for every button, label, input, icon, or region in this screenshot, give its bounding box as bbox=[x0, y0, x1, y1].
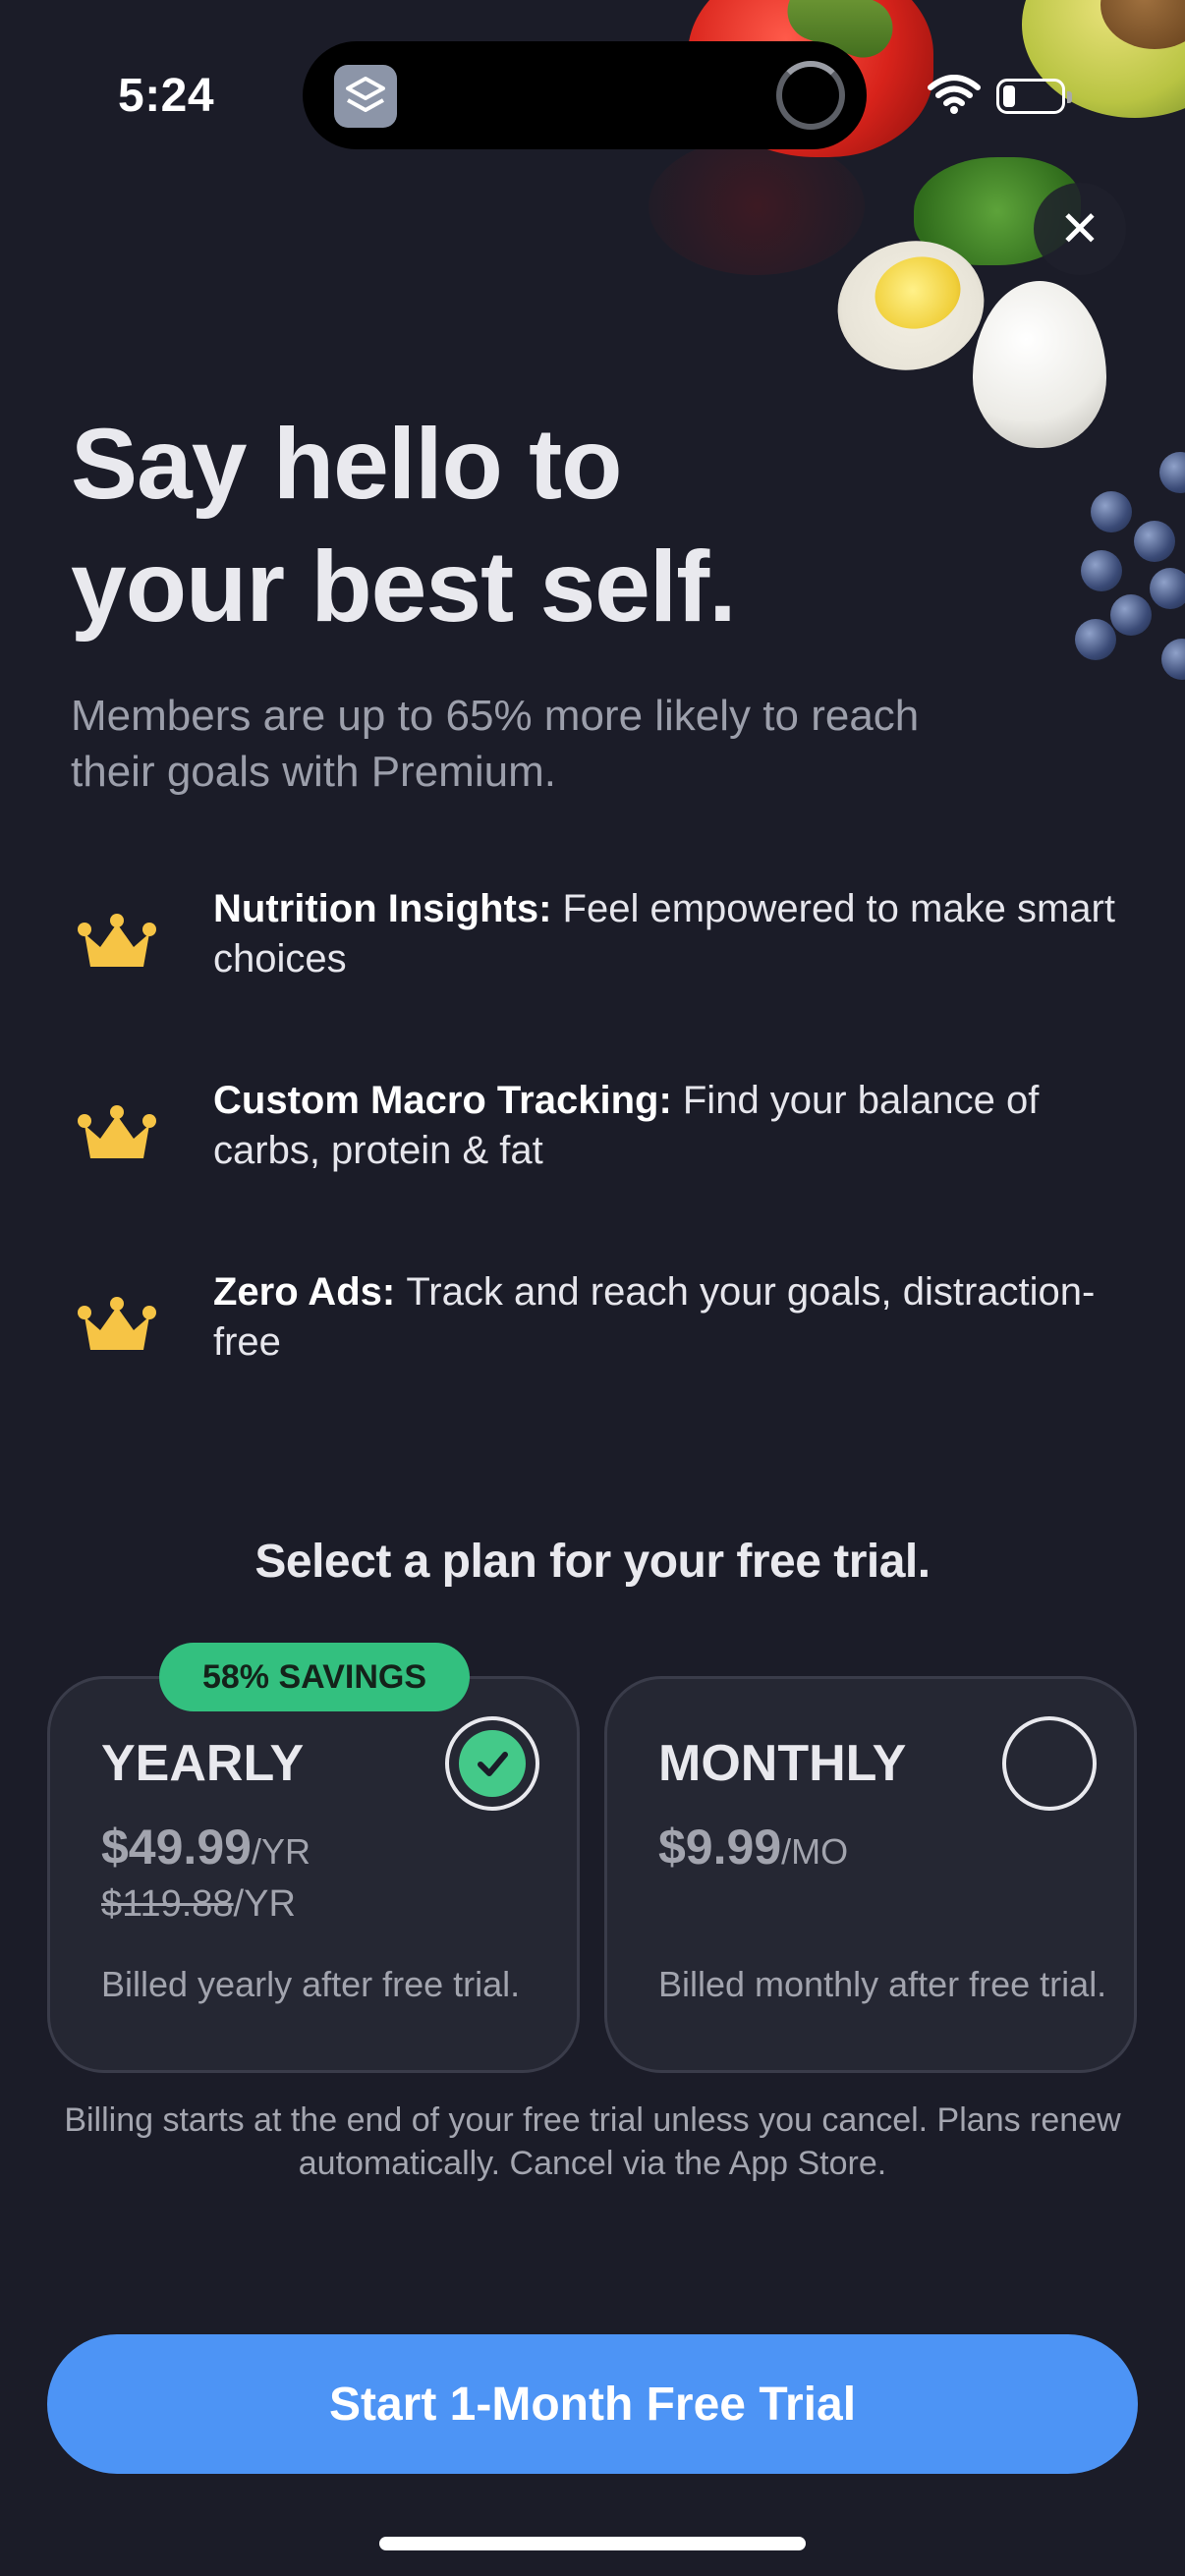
feature-title: Zero Ads: bbox=[213, 1270, 407, 1314]
page-title: Say hello to your best self. bbox=[71, 403, 955, 648]
headline-line-2: your best self. bbox=[71, 531, 737, 643]
original-price: $119.88/YR bbox=[101, 1883, 296, 1926]
billing-note: Billed monthly after free trial. bbox=[658, 1964, 1107, 2004]
monthly-plan-card[interactable]: MONTHLY $9.99/MO Billed monthly after fr… bbox=[604, 1676, 1137, 2073]
feature-item-zero-ads: Zero Ads: Track and reach your goals, di… bbox=[71, 1267, 1112, 1459]
crown-icon bbox=[78, 1297, 156, 1350]
plan-name: YEARLY bbox=[101, 1735, 305, 1792]
feature-title: Nutrition Insights: bbox=[213, 887, 563, 930]
blueberries-image bbox=[1075, 452, 1185, 707]
feature-list: Nutrition Insights: Feel empowered to ma… bbox=[71, 884, 1115, 1459]
battery-icon bbox=[996, 79, 1072, 114]
close-button[interactable]: ✕ bbox=[1034, 183, 1126, 275]
plan-name: MONTHLY bbox=[658, 1735, 907, 1792]
feature-item-custom-macro-tracking: Custom Macro Tracking: Find your balance… bbox=[71, 1076, 1112, 1267]
monthly-plan-radio[interactable] bbox=[1002, 1716, 1097, 1811]
feature-title: Custom Macro Tracking: bbox=[213, 1079, 683, 1122]
loading-spinner-icon bbox=[776, 61, 845, 130]
plan-price: $9.99/MO bbox=[658, 1819, 848, 1876]
original-price-amount: $119.88 bbox=[101, 1883, 234, 1925]
billing-note: Billed yearly after free trial. bbox=[101, 1964, 521, 2004]
home-indicator[interactable] bbox=[379, 2537, 806, 2550]
yearly-plan-radio[interactable] bbox=[445, 1716, 539, 1811]
shortcuts-app-icon bbox=[334, 65, 397, 128]
crown-icon bbox=[78, 1105, 156, 1158]
subheadline: Members are up to 65% more likely to rea… bbox=[71, 692, 920, 796]
dynamic-island bbox=[303, 41, 867, 149]
savings-badge: 58% SAVINGS bbox=[159, 1643, 470, 1711]
original-price-unit: /YR bbox=[233, 1883, 296, 1925]
boiled-egg-image bbox=[973, 281, 1106, 448]
close-icon: ✕ bbox=[1059, 201, 1100, 256]
food-shadow-decoration bbox=[649, 138, 865, 275]
crown-icon bbox=[78, 914, 156, 967]
wifi-icon bbox=[928, 75, 981, 114]
status-bar-time: 5:24 bbox=[118, 70, 215, 122]
plan-section-title: Select a plan for your free trial. bbox=[254, 1536, 931, 1588]
headline-line-1: Say hello to bbox=[71, 408, 622, 520]
plan-price: $49.99/YR bbox=[101, 1819, 310, 1876]
feature-item-nutrition-insights: Nutrition Insights: Feel empowered to ma… bbox=[71, 884, 1115, 1076]
checkmark-icon bbox=[459, 1730, 526, 1797]
yearly-plan-card[interactable]: YEARLY $49.99/YR $119.88/YR Billed yearl… bbox=[47, 1676, 580, 2073]
price-unit: /MO bbox=[781, 1831, 849, 1872]
billing-disclaimer: Billing starts at the end of your free t… bbox=[64, 2101, 1121, 2182]
premium-paywall-screen: 5:24 ✕ Say hello to your best self. Memb… bbox=[0, 0, 1185, 2576]
price-amount: $49.99 bbox=[101, 1820, 252, 1875]
price-amount: $9.99 bbox=[658, 1820, 782, 1875]
price-unit: /YR bbox=[251, 1831, 310, 1872]
start-free-trial-button[interactable]: Start 1-Month Free Trial bbox=[47, 2334, 1138, 2474]
